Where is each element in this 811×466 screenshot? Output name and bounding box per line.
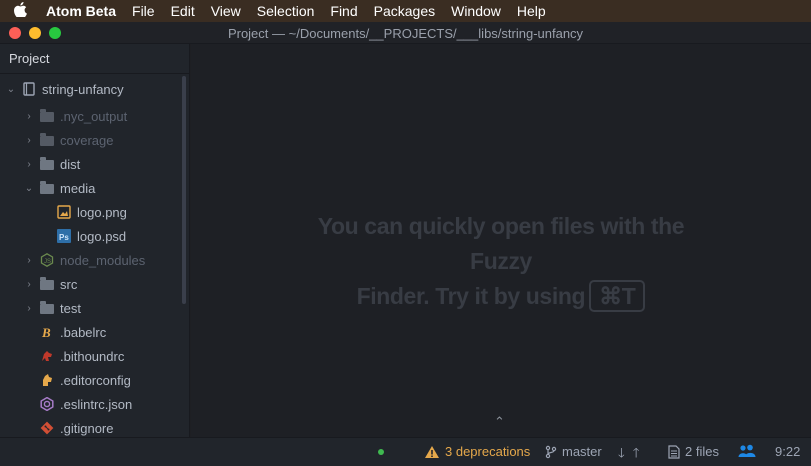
menu-find[interactable]: Find: [322, 3, 365, 19]
menu-view[interactable]: View: [203, 3, 249, 19]
github-collab-icon[interactable]: [738, 444, 756, 458]
tree-folder-nyc-output[interactable]: › .nyc_output: [0, 105, 182, 127]
tree-item-label: .editorconfig: [60, 372, 131, 388]
fuzzy-finder-hint: You can quickly open files with the Fuzz…: [286, 209, 716, 314]
svg-text:JS: JS: [44, 259, 51, 265]
menu-edit[interactable]: Edit: [163, 3, 203, 19]
hint-line-1: You can quickly open files with the Fuzz…: [317, 213, 685, 274]
git-branch-indicator[interactable]: master: [545, 444, 602, 459]
tree-file-gitignore[interactable]: .gitignore: [0, 417, 182, 437]
nodejs-folder-icon: JS: [40, 253, 54, 267]
deprecations-indicator[interactable]: 3 deprecations: [424, 444, 530, 459]
repo-icon: [22, 82, 36, 96]
editor-pane[interactable]: You can quickly open files with the Fuzz…: [191, 44, 811, 437]
tree-item-label: media: [60, 180, 96, 196]
folder-icon: [40, 181, 54, 194]
changed-files-indicator[interactable]: 2 files: [668, 444, 719, 459]
chevron-down-icon: ⌄: [6, 83, 16, 95]
tree-item-label: coverage: [60, 132, 114, 148]
tree-item-label: .babelrc: [60, 324, 107, 340]
menu-file[interactable]: File: [124, 3, 163, 19]
babel-icon: B: [40, 325, 54, 340]
arrow-down-icon: 🡓: [618, 445, 625, 460]
chevron-down-icon: ⌄: [24, 182, 34, 194]
eslint-icon: [40, 396, 54, 412]
apple-icon[interactable]: [0, 1, 40, 21]
tree-folder-src[interactable]: › src: [0, 273, 182, 295]
chevron-right-icon: ›: [27, 278, 31, 290]
svg-text:Ps: Ps: [59, 233, 69, 242]
tree-item-label: .gitignore: [60, 420, 114, 436]
tree-view-scrollbar[interactable]: [182, 76, 186, 304]
tree-item-label: logo.png: [77, 204, 127, 220]
window-title: Project — ~/Documents/__PROJECTS/___libs…: [227, 26, 584, 41]
chevron-right-icon: ›: [27, 302, 31, 314]
folder-icon: [40, 301, 54, 314]
tree-folder-test[interactable]: › test: [0, 297, 182, 319]
window-title-bar: Project — ~/Documents/__PROJECTS/___libs…: [0, 22, 811, 44]
warning-icon: [425, 445, 439, 458]
tree-item-label: .bithoundrc: [60, 348, 125, 364]
tree-file-logo-psd[interactable]: Ps logo.psd: [0, 225, 182, 247]
git-icon: [40, 421, 54, 435]
svg-text:B: B: [41, 325, 51, 339]
tree-file-logo-png[interactable]: logo.png: [0, 201, 182, 223]
tree-file-eslintrc[interactable]: .eslintrc.json: [0, 393, 182, 415]
bithound-icon: [40, 349, 54, 363]
menu-help[interactable]: Help: [509, 3, 554, 19]
tree-root-label: string-unfancy: [42, 81, 124, 97]
editorconfig-icon: [40, 373, 54, 387]
tree-root-project[interactable]: ⌄ string-unfancy: [0, 78, 182, 100]
photoshop-file-icon: Ps: [57, 229, 71, 243]
menu-bar: Atom Beta File Edit View Selection Find …: [0, 0, 811, 22]
git-clean-dot-icon: [378, 449, 384, 455]
tree-item-label: logo.psd: [77, 228, 127, 244]
tree-file-editorconfig[interactable]: .editorconfig: [0, 369, 182, 391]
arrow-up-icon: 🡑: [632, 445, 640, 460]
git-branch-icon: [545, 445, 557, 458]
tree-file-bithoundrc[interactable]: .bithoundrc: [0, 345, 182, 367]
toggle-panel-chevron-up-icon[interactable]: ⌃: [494, 414, 505, 430]
folder-icon: [40, 277, 54, 290]
tree-item-label: node_modules: [60, 252, 146, 268]
folder-icon: [40, 109, 54, 122]
tree-item-label: .nyc_output: [60, 108, 128, 124]
branch-label: master: [562, 444, 602, 459]
clock: 9:22: [775, 444, 801, 459]
status-bar: 3 deprecations master 🡓 🡑 2 files 9:22: [0, 437, 811, 466]
chevron-right-icon: ›: [27, 254, 31, 266]
tree-folder-coverage[interactable]: › coverage: [0, 129, 182, 151]
chevron-right-icon: ›: [27, 134, 31, 146]
menu-app-name[interactable]: Atom Beta: [40, 3, 124, 19]
folder-icon: [40, 157, 54, 170]
tree-item-label: test: [60, 300, 81, 316]
deprecations-label: 3 deprecations: [445, 444, 531, 459]
menu-packages[interactable]: Packages: [366, 3, 443, 19]
tree-item-label: .eslintrc.json: [60, 396, 133, 412]
tree-folder-dist[interactable]: › dist: [0, 153, 182, 175]
tree-item-label: src: [60, 276, 78, 292]
tree-file-babelrc[interactable]: B .babelrc: [0, 321, 182, 343]
folder-icon: [40, 133, 54, 146]
chevron-right-icon: ›: [27, 158, 31, 170]
changed-files-label: 2 files: [685, 444, 719, 459]
tree-folder-node-modules[interactable]: › JS node_modules: [0, 249, 182, 271]
chevron-right-icon: ›: [27, 110, 31, 122]
hint-line-2: Finder. Try it by using: [356, 283, 586, 309]
tree-item-label: dist: [60, 156, 81, 172]
tree-view-tab[interactable]: Project: [0, 44, 189, 74]
file-diff-icon: [668, 444, 680, 459]
shortcut-key: ⌘T: [589, 280, 646, 312]
image-file-icon: [57, 205, 71, 219]
tree-view-panel: Project ⌄ string-unfancy › .nyc_output ›…: [0, 44, 190, 437]
menu-window[interactable]: Window: [443, 3, 509, 19]
git-fetch-arrows[interactable]: 🡓 🡑: [618, 444, 640, 466]
tree-folder-media[interactable]: ⌄ media: [0, 177, 182, 199]
menu-selection[interactable]: Selection: [249, 3, 323, 19]
